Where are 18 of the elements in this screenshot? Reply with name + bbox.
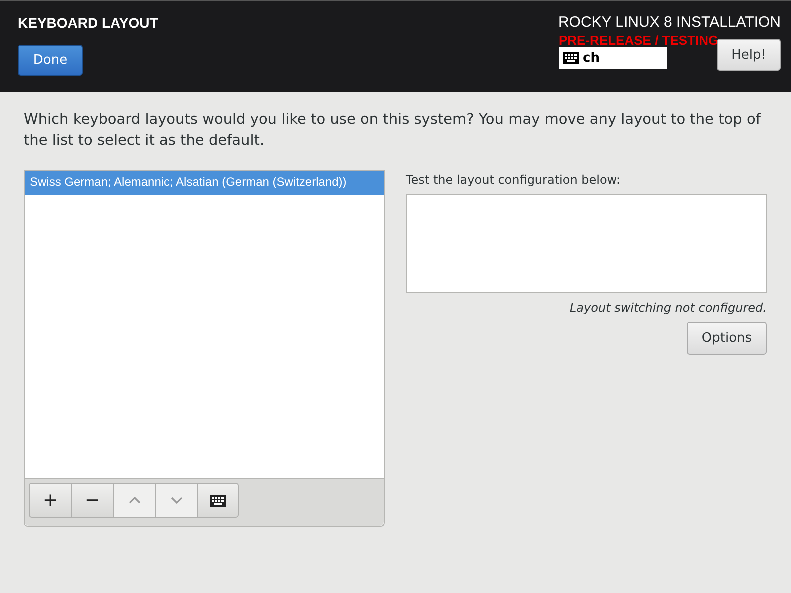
layout-preview-button[interactable]: [197, 483, 239, 518]
chevron-up-icon: [128, 497, 140, 504]
layout-indicator[interactable]: ch: [559, 47, 667, 69]
chevron-down-icon: [170, 497, 182, 504]
prerelease-label: PRE-RELEASE / TESTING: [559, 33, 719, 48]
done-button[interactable]: Done: [18, 45, 83, 76]
product-title: ROCKY LINUX 8 INSTALLATION: [558, 14, 781, 31]
keyboard-icon: [210, 494, 226, 506]
add-button[interactable]: +: [29, 483, 71, 518]
remove-button[interactable]: −: [71, 483, 113, 518]
test-input-field[interactable]: [406, 194, 767, 293]
layout-switching-note: Layout switching not configured.: [570, 301, 767, 315]
options-button[interactable]: Options: [687, 322, 767, 355]
screen-title: KEYBOARD LAYOUT: [18, 15, 158, 31]
keyboard-icon: [563, 52, 579, 64]
instructions-text: Which keyboard layouts would you like to use on this system? You may move any layout to the top of the list to select it as the default.: [24, 111, 762, 151]
help-button[interactable]: Help!: [717, 39, 781, 71]
test-label: Test the layout configuration below:: [406, 173, 622, 187]
